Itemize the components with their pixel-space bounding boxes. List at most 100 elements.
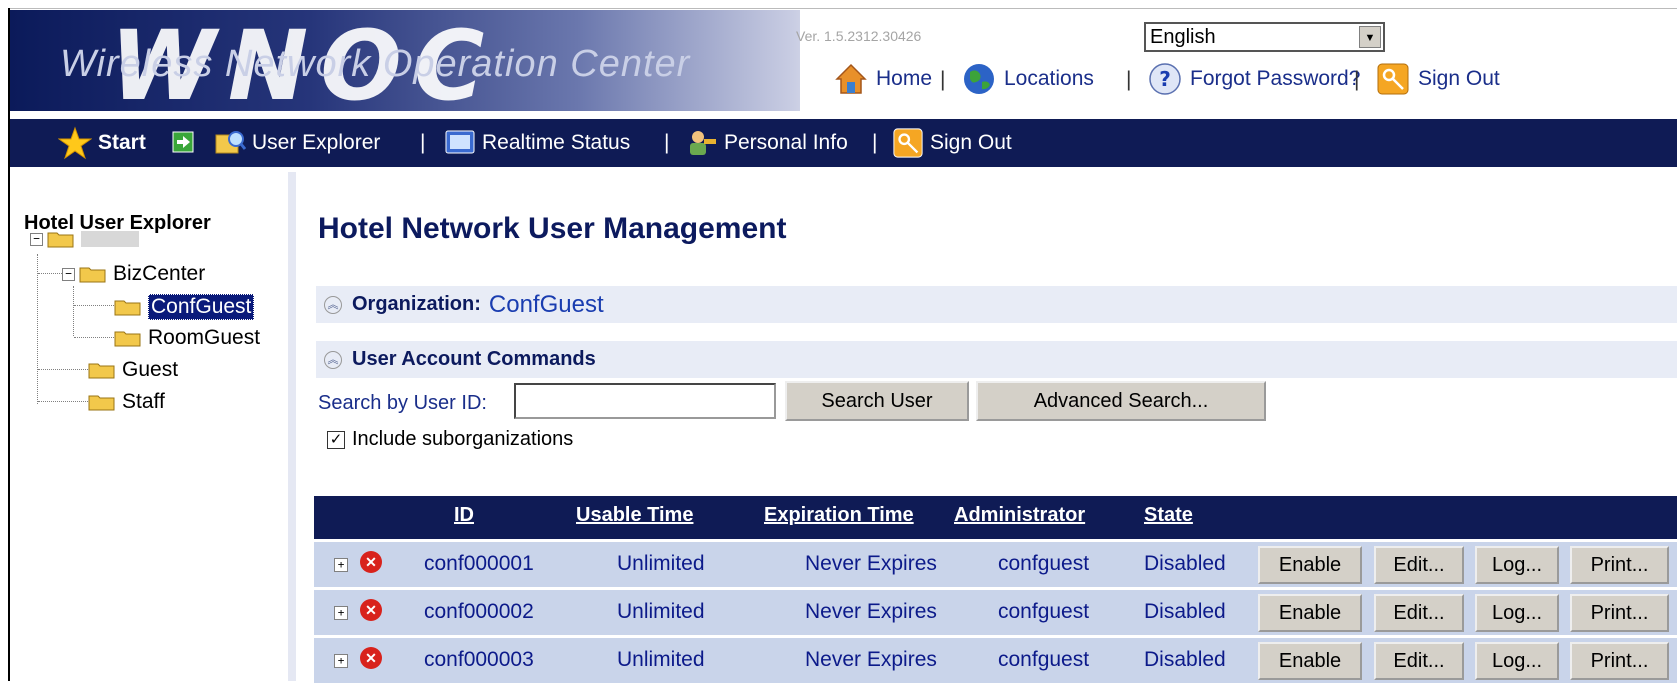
collapse-icon[interactable]: − xyxy=(30,232,43,246)
cell-id: conf000001 xyxy=(424,552,534,575)
nav-personal-info-label: Personal Info xyxy=(724,131,848,154)
commands-label: User Account Commands xyxy=(352,348,596,370)
expand-row-icon[interactable]: + xyxy=(334,558,348,572)
cell-state: Disabled xyxy=(1144,648,1226,671)
expand-row-icon[interactable]: + xyxy=(334,606,348,620)
column-header-id[interactable]: ID xyxy=(454,504,474,527)
commands-section: ︽ User Account Commands xyxy=(316,341,1677,378)
nav-personal-info[interactable]: Personal Info xyxy=(686,119,848,167)
language-selected: English xyxy=(1150,26,1216,48)
personal-info-icon xyxy=(690,131,716,155)
separator: | xyxy=(940,68,946,91)
tree-node-label: Guest xyxy=(122,358,179,381)
table-header: ID Usable Time Expiration Time Administr… xyxy=(314,496,1677,539)
tree-node-label-selected: ConfGuest xyxy=(148,294,255,320)
nav-user-explorer[interactable]: User Explorer xyxy=(214,119,380,167)
expand-row-icon[interactable]: + xyxy=(334,654,348,668)
enable-button[interactable]: Enable xyxy=(1258,642,1362,680)
arrow-right-icon xyxy=(172,131,194,153)
log-button[interactable]: Log... xyxy=(1475,594,1559,632)
nav-start[interactable]: Start xyxy=(58,119,146,167)
error-icon: ✕ xyxy=(360,647,382,669)
tree-connector xyxy=(74,337,114,338)
include-suborganizations-checkbox[interactable]: ✓ xyxy=(327,431,345,449)
edit-button[interactable]: Edit... xyxy=(1374,594,1464,632)
advanced-search-button[interactable]: Advanced Search... xyxy=(976,381,1266,421)
collapse-section-icon[interactable]: ︽ xyxy=(324,350,342,369)
locations-link[interactable]: Locations xyxy=(962,62,1094,96)
print-button[interactable]: Print... xyxy=(1570,546,1669,584)
home-icon xyxy=(835,63,867,94)
nav-start-label: Start xyxy=(98,131,146,154)
log-button[interactable]: Log... xyxy=(1475,642,1559,680)
open-folder-icon xyxy=(79,267,106,283)
organization-value: ConfGuest xyxy=(488,290,604,318)
search-input[interactable] xyxy=(514,383,776,419)
svg-text:?: ? xyxy=(1159,67,1171,91)
tree-connector xyxy=(38,369,88,370)
key-icon xyxy=(893,128,923,158)
separator: | xyxy=(1126,68,1132,91)
open-folder-icon xyxy=(47,232,74,248)
separator: | xyxy=(420,131,426,154)
column-header-usable-time[interactable]: Usable Time xyxy=(576,504,693,527)
search-user-button[interactable]: Search User xyxy=(785,381,969,421)
tree-connector xyxy=(37,254,38,404)
chevron-down-icon[interactable]: ▼ xyxy=(1359,26,1381,48)
page-title: Hotel Network User Management xyxy=(318,212,787,245)
nav-realtime-status-label: Realtime Status xyxy=(482,131,631,154)
app-title: Wireless Network Operation Center xyxy=(60,43,691,85)
language-select[interactable]: English ▼ xyxy=(1144,22,1385,52)
tree-node-roomguest[interactable]: RoomGuest xyxy=(114,326,260,350)
app-window: WNOC Wireless Network Operation Center V… xyxy=(0,0,1677,683)
cell-administrator: confguest xyxy=(998,552,1090,575)
cell-id: conf000003 xyxy=(424,648,534,671)
sidebar: Hotel User Explorer − − BizCenter ConfGu… xyxy=(10,172,288,681)
cell-expiration-time: Never Expires xyxy=(805,552,937,575)
column-header-state[interactable]: State xyxy=(1144,504,1193,527)
cell-usable-time: Unlimited xyxy=(617,648,705,671)
separator: | xyxy=(664,131,670,154)
column-header-expiration-time[interactable]: Expiration Time xyxy=(764,504,914,527)
tree-connector xyxy=(74,305,114,306)
table-row: + ✕ conf000002 Unlimited Never Expires c… xyxy=(314,590,1677,635)
enable-button[interactable]: Enable xyxy=(1258,594,1362,632)
print-button[interactable]: Print... xyxy=(1570,594,1669,632)
organization-label: Organization: xyxy=(352,293,481,315)
nav-realtime-status[interactable]: Realtime Status xyxy=(444,119,630,167)
forgot-password-link[interactable]: ? Forgot Password? xyxy=(1148,62,1360,96)
edit-button[interactable]: Edit... xyxy=(1374,642,1464,680)
collapse-icon[interactable]: − xyxy=(62,267,75,281)
sidebar-divider xyxy=(288,172,296,681)
star-icon xyxy=(58,126,92,160)
folder-icon xyxy=(88,395,115,411)
forgot-password-label: Forgot Password? xyxy=(1190,67,1361,90)
enable-button[interactable]: Enable xyxy=(1258,546,1362,584)
sign-out-link[interactable]: Sign Out xyxy=(1376,62,1500,96)
home-link[interactable]: Home xyxy=(834,62,932,96)
tree-node-label: BizCenter xyxy=(113,262,206,285)
blurred-root-label xyxy=(81,231,139,247)
separator: | xyxy=(872,131,878,154)
tree-connector xyxy=(73,286,74,336)
cell-expiration-time: Never Expires xyxy=(805,600,937,623)
tree-node-guest[interactable]: Guest xyxy=(88,358,178,382)
separator: | xyxy=(1354,68,1360,91)
tree-node-bizcenter[interactable]: − BizCenter xyxy=(62,262,205,286)
column-header-administrator[interactable]: Administrator xyxy=(954,504,1085,527)
edit-button[interactable]: Edit... xyxy=(1374,546,1464,584)
log-button[interactable]: Log... xyxy=(1475,546,1559,584)
collapse-section-icon[interactable]: ︽ xyxy=(324,295,342,314)
tree-node-staff[interactable]: Staff xyxy=(88,390,165,414)
globe-icon xyxy=(964,64,994,94)
cell-usable-time: Unlimited xyxy=(617,600,705,623)
cell-state: Disabled xyxy=(1144,552,1226,575)
folder-icon xyxy=(114,331,141,347)
monitor-icon xyxy=(445,130,475,154)
locations-link-label: Locations xyxy=(1004,67,1094,90)
print-button[interactable]: Print... xyxy=(1570,642,1669,680)
tree-node-confguest[interactable]: ConfGuest xyxy=(114,294,255,320)
nav-sign-out[interactable]: Sign Out xyxy=(892,119,1012,167)
tree-node-root[interactable]: − xyxy=(30,230,139,248)
folder-icon xyxy=(88,363,115,379)
